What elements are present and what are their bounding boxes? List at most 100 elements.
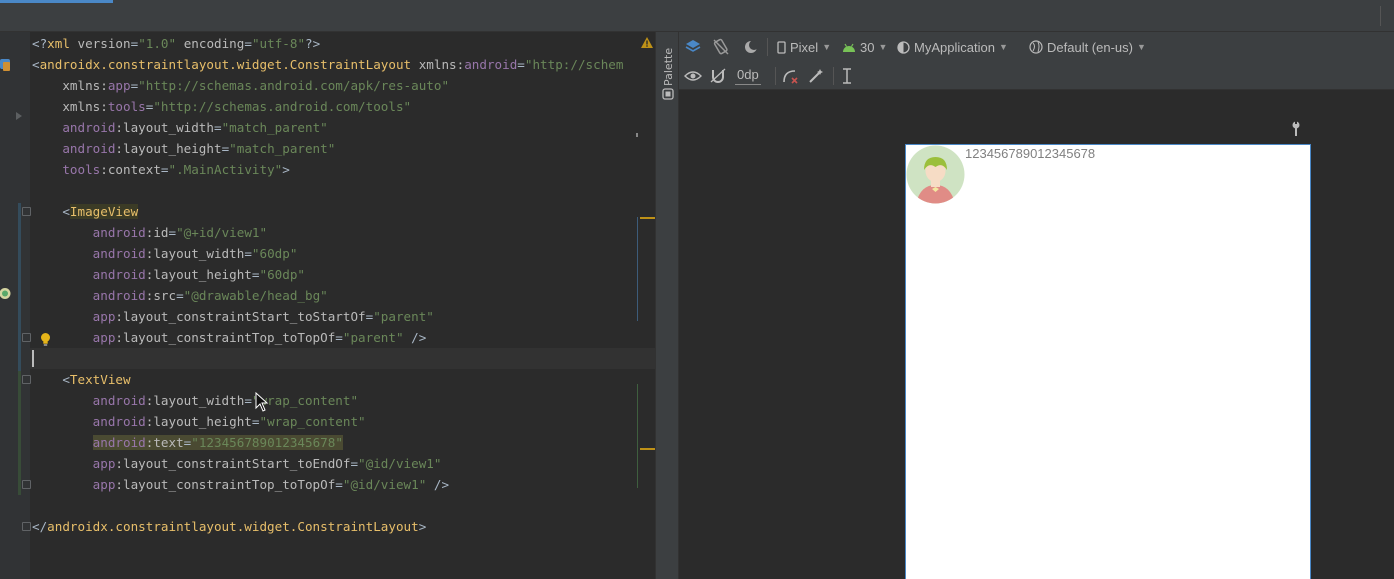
eye-icon[interactable] <box>684 67 702 85</box>
code-token: version <box>77 36 131 51</box>
code-line[interactable]: android:src="@drawable/head_bg" <box>32 285 328 306</box>
code-line[interactable]: android:layout_height="match_parent" <box>32 138 335 159</box>
device-preview-frame[interactable]: 123456789012345678 <box>905 144 1311 579</box>
chevron-down-icon: ▼ <box>822 42 832 52</box>
code-token: = <box>168 225 177 240</box>
code-token: = <box>244 246 252 261</box>
code-token: "60dp" <box>251 246 298 261</box>
code-line[interactable]: android:layout_width="wrap_content" <box>32 390 358 411</box>
layout-icon[interactable] <box>0 58 13 72</box>
fold-marker[interactable] <box>22 333 31 342</box>
code-line[interactable]: android:layout_height="60dp" <box>32 264 305 285</box>
code-line[interactable]: tools:context=".MainActivity"> <box>32 159 290 180</box>
layers-icon[interactable] <box>684 38 702 56</box>
orientation-icon[interactable] <box>712 38 730 56</box>
code-line[interactable]: xmlns:app="http://schemas.android.com/ap… <box>32 75 449 96</box>
design-canvas[interactable]: 123456789012345678 <box>679 91 1394 579</box>
fold-marker[interactable] <box>22 375 31 384</box>
avatar-image[interactable] <box>906 145 965 204</box>
code-line[interactable]: </androidx.constraintlayout.widget.Const… <box>32 516 426 537</box>
code-token: ?> <box>305 36 321 51</box>
code-token: app <box>32 309 116 324</box>
android-icon <box>843 43 855 52</box>
code-line[interactable]: app:layout_constraintTop_toTopOf="parent… <box>32 327 427 348</box>
code-token: :context <box>100 162 161 177</box>
code-line[interactable]: android:layout_width="60dp" <box>32 243 298 264</box>
code-token: android <box>32 246 146 261</box>
code-token: androidx.constraintlayout.widget.Constra… <box>39 57 419 72</box>
locale-selector[interactable]: Default (en-us) ▼ <box>1029 36 1146 58</box>
guidelines-icon[interactable] <box>840 67 858 85</box>
scroll-marker <box>636 133 638 137</box>
code-token: android <box>32 120 116 135</box>
warning-icon[interactable] <box>640 36 654 50</box>
code-line[interactable]: android:text="123456789012345678" <box>32 432 343 453</box>
code-line[interactable]: app:layout_constraintStart_toStartOf="pa… <box>32 306 434 327</box>
code-token: app <box>32 456 116 471</box>
code-token: = <box>160 162 169 177</box>
code-line[interactable]: <TextView <box>32 369 130 390</box>
code-token: > <box>282 162 290 177</box>
code-token: app <box>32 477 116 492</box>
code-token: > <box>418 519 427 534</box>
design-toolbar-top: Pixel ▼ 30 ▼ MyApplication ▼ Default (en… <box>679 32 1394 62</box>
active-tab-indicator <box>0 0 113 3</box>
palette-tab-label[interactable]: Palette <box>662 40 675 86</box>
api-level-selector[interactable]: 30 ▼ <box>842 36 887 58</box>
preview-textview[interactable]: 123456789012345678 <box>965 146 1095 161</box>
code-token: tools <box>107 99 146 114</box>
chevron-down-icon: ▼ <box>998 42 1008 52</box>
code-line[interactable]: xmlns:tools="http://schemas.android.com/… <box>32 96 411 117</box>
default-margin-selector[interactable]: 0dp <box>735 65 761 85</box>
code-token: "123456789012345678" <box>191 435 343 450</box>
wrench-icon[interactable] <box>1289 121 1303 137</box>
code-token: < <box>32 204 70 219</box>
fold-marker[interactable] <box>22 480 31 489</box>
code-line[interactable]: <ImageView <box>32 201 139 222</box>
run-icon[interactable] <box>0 287 11 300</box>
fold-marker[interactable] <box>22 522 31 531</box>
device-label: Pixel <box>790 39 819 55</box>
bulb-icon[interactable] <box>39 332 52 347</box>
theme-selector[interactable]: MyApplication ▼ <box>897 36 1008 58</box>
tab-overflow-button[interactable] <box>1380 6 1394 26</box>
code-token: = <box>244 36 252 51</box>
code-line[interactable]: android:layout_width="match_parent" <box>32 117 327 138</box>
code-token: encoding <box>176 36 245 51</box>
code-token: ".MainActivity" <box>168 162 283 177</box>
code-line[interactable]: <androidx.constraintlayout.widget.Constr… <box>32 54 623 75</box>
code-token: "http://schemas.android.com/tools" <box>153 99 412 114</box>
code-token: :layout_constraintTop_toTopOf <box>115 477 336 492</box>
text-caret <box>32 350 34 367</box>
palette-icon[interactable] <box>662 88 674 100</box>
code-line[interactable]: android:id="@+id/view1" <box>32 222 267 243</box>
code-token: android <box>32 267 146 282</box>
xml-code-editor[interactable]: <?xml version="1.0" encoding="utf-8"?> <a… <box>0 32 655 579</box>
palette-side-strip[interactable]: Palette <box>655 32 679 579</box>
collapsed-fold-arrow-icon[interactable] <box>16 112 22 120</box>
warning-stripe-mark[interactable] <box>640 217 655 219</box>
code-line[interactable]: app:layout_constraintStart_toEndOf="@id/… <box>32 453 442 474</box>
code-token: = <box>176 288 184 303</box>
code-line[interactable]: <?xml version="1.0" encoding="utf-8"?> <box>32 33 320 54</box>
magic-wand-icon[interactable] <box>807 67 825 85</box>
code-line[interactable]: app:layout_constraintTop_toTopOf="@id/vi… <box>32 474 449 495</box>
night-mode-icon[interactable] <box>743 38 761 56</box>
phone-icon <box>777 40 786 54</box>
vcs-added-mark <box>18 371 21 495</box>
magnet-icon[interactable] <box>709 67 727 85</box>
design-toolbar-bottom: 0dp <box>679 62 1394 90</box>
device-selector[interactable]: Pixel ▼ <box>777 36 831 58</box>
code-token: /> <box>426 477 450 492</box>
constraints-icon[interactable] <box>781 67 799 85</box>
code-token: :layout_width <box>145 246 245 261</box>
code-line[interactable]: android:layout_height="wrap_content" <box>32 411 366 432</box>
code-token: :layout_constraintStart_toStartOf <box>115 309 366 324</box>
code-token: "utf-8" <box>251 36 306 51</box>
fold-marker[interactable] <box>22 207 31 216</box>
code-token: "http://schemas.android.com/apk/res-auto… <box>138 78 450 93</box>
code-token: xmlns: <box>32 78 108 93</box>
code-token: :layout_width <box>115 120 214 135</box>
warning-stripe-mark[interactable] <box>640 448 655 450</box>
